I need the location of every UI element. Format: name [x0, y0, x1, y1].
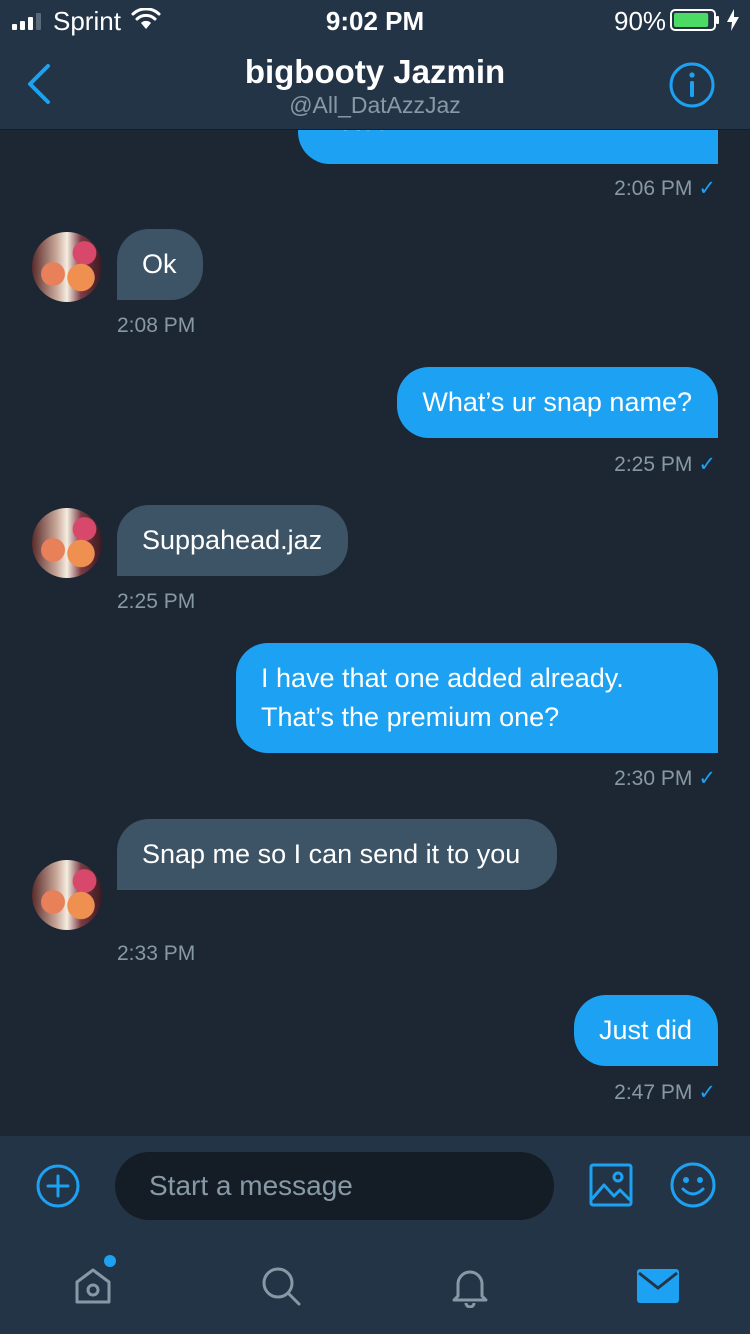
bell-icon	[452, 1270, 488, 1309]
message-text: What’s ur snap name?	[422, 387, 692, 417]
sent-message[interactable]: What’s ur snap name?	[397, 367, 718, 438]
message-text: Snap me so I can send it to you	[142, 839, 521, 869]
message-text: Ok	[142, 249, 177, 279]
read-check-icon: ✓	[698, 453, 716, 476]
mail-icon	[637, 1269, 679, 1303]
avatar[interactable]	[32, 508, 102, 578]
message-text: I have that one added already. That’s th…	[261, 663, 624, 732]
search-icon	[262, 1267, 301, 1306]
page-title: bigbooty Jazmin	[244, 53, 506, 90]
sent-message[interactable]: I have that one added already. That’s th…	[236, 643, 718, 753]
image-icon[interactable]	[589, 1163, 633, 1207]
plus-icon[interactable]	[35, 1163, 81, 1209]
tab-home[interactable]	[71, 1264, 115, 1308]
read-check-icon: ✓	[698, 767, 716, 790]
received-message[interactable]: Ok	[117, 229, 203, 300]
conversation-header: Sprint 9:02 PM 90% bigbooty Jazmin @All_…	[0, 0, 750, 130]
message-thread[interactable]: notes 2:06 PM✓ Ok 2:08 PM What’s ur snap…	[0, 0, 750, 1136]
received-message[interactable]: Suppahead.jaz	[117, 505, 349, 576]
tab-search[interactable]	[259, 1264, 303, 1308]
message-timestamp: 2:30 PM ✓	[614, 767, 716, 790]
message-timestamp: 2:25 PM ✓	[614, 453, 716, 476]
message-composer	[0, 1136, 750, 1236]
message-input[interactable]	[115, 1152, 554, 1220]
home-icon	[75, 1268, 111, 1304]
message-timestamp: 2:25 PM	[117, 590, 196, 613]
message-timestamp: 2:08 PM	[117, 314, 196, 337]
status-bar: Sprint 9:02 PM 90%	[0, 0, 750, 40]
message-timestamp: 2:47 PM ✓	[614, 1081, 716, 1104]
info-icon[interactable]	[668, 61, 716, 109]
read-check-icon: ✓	[698, 1081, 716, 1104]
tab-bar	[0, 1236, 750, 1334]
message-timestamp: 2:33 PM	[117, 942, 196, 965]
received-message[interactable]: Snap me so I can send it to you	[117, 819, 557, 890]
charging-icon	[727, 9, 739, 31]
message-timestamp: 2:06 PM ✓	[614, 177, 716, 200]
avatar[interactable]	[32, 860, 102, 930]
message-text: Suppahead.jaz	[142, 525, 323, 555]
battery-percent: 90%	[614, 6, 667, 36]
notification-dot	[104, 1255, 116, 1267]
read-check-icon: ✓	[698, 177, 716, 200]
emoji-icon[interactable]	[669, 1161, 717, 1209]
message-text: Just did	[598, 1015, 692, 1045]
tab-notifications[interactable]	[448, 1264, 492, 1309]
user-handle: @All_DatAzzJaz	[289, 92, 461, 118]
sent-message[interactable]: Just did	[573, 995, 718, 1066]
tab-messages[interactable]	[636, 1264, 680, 1308]
battery-icon	[670, 9, 719, 31]
avatar[interactable]	[32, 232, 102, 302]
